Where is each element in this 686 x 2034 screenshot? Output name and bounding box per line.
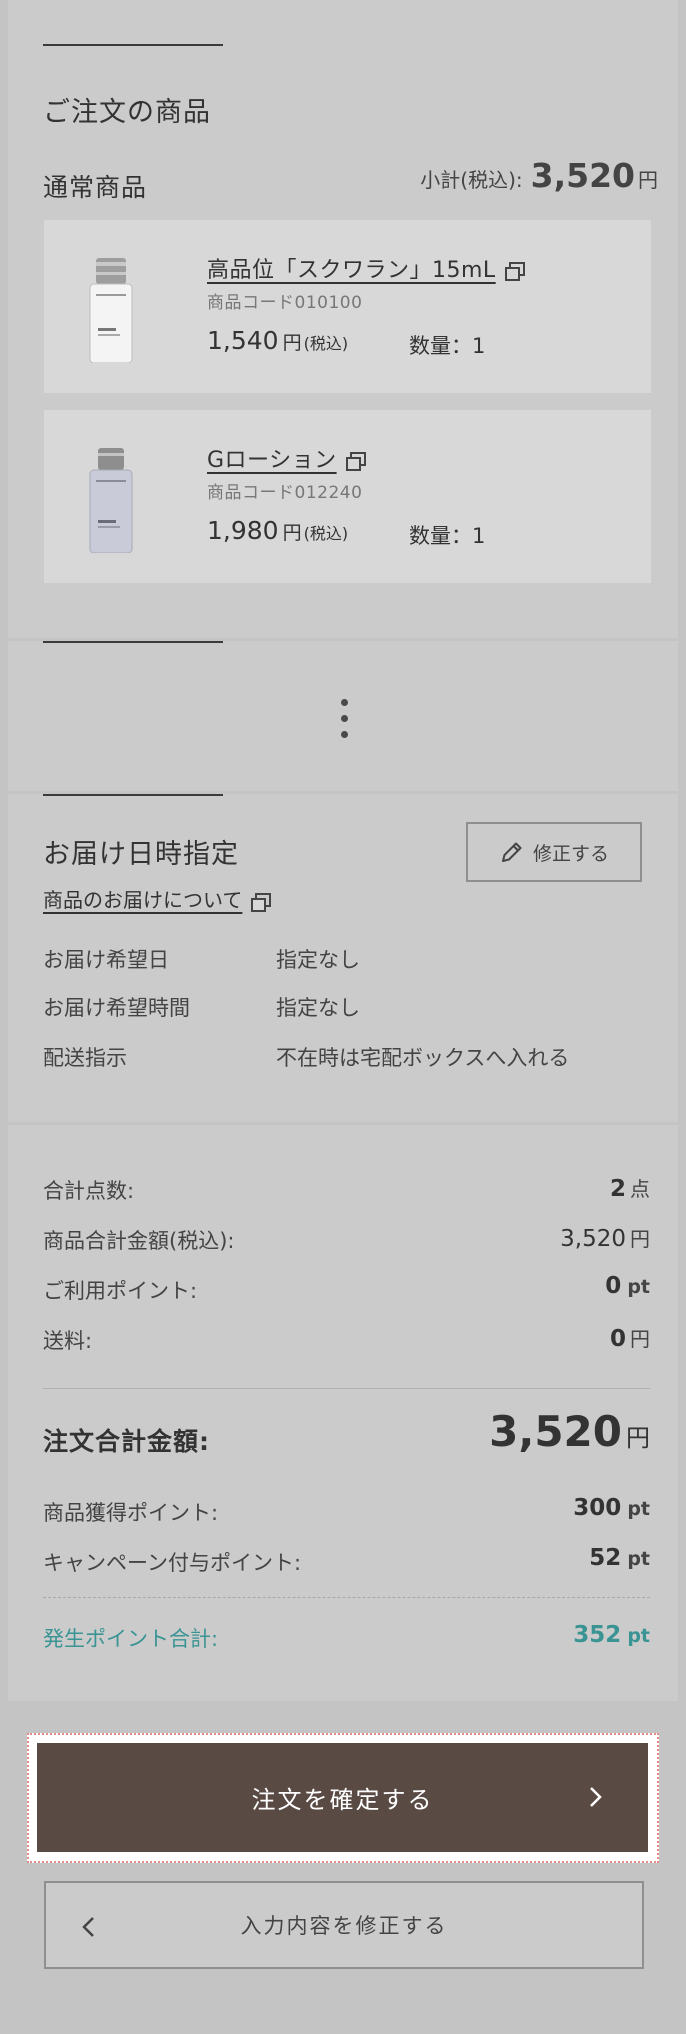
chevron-right-icon (590, 1787, 602, 1807)
item-count: 2点 (610, 1173, 650, 1202)
delivery-instruction-label: 配送指示 (43, 1046, 127, 1070)
campaign-points-unit: pt (627, 1548, 650, 1570)
points-divider (43, 1597, 650, 1598)
chevron-left-icon (82, 1917, 94, 1937)
product-price-value: 1,980 (207, 516, 279, 545)
subtotal-amount: 3,520 (530, 156, 635, 195)
delivery-time-value: 指定なし (276, 996, 360, 1020)
product-image-squalane (86, 258, 136, 363)
product-name: 高品位「スクワラン」15mL (207, 258, 496, 283)
product-price: 1,980 円 (税込) (207, 516, 348, 545)
total-points-label: 発生ポイント合計: (43, 1627, 219, 1651)
earned-points-value: 300 (573, 1495, 622, 1521)
earned-points-unit: pt (627, 1498, 650, 1520)
delivery-date-value: 指定なし (276, 948, 360, 972)
confirm-order-label: 注文を確定する (251, 1786, 434, 1814)
shipping-unit: 円 (630, 1327, 650, 1351)
product-tax-note: (税込) (303, 334, 349, 353)
goods-total-label: 商品合計金額(税込): (43, 1229, 235, 1253)
total-points-unit: pt (627, 1625, 650, 1647)
product-price: 1,540 円 (税込) (207, 326, 348, 355)
product-image-g-lotion (86, 448, 136, 553)
subtotal-unit: 円 (638, 168, 658, 192)
goods-total-unit: 円 (630, 1227, 650, 1251)
totals-divider (43, 1388, 650, 1389)
totals-section: 合計点数: 2点 商品合計金額(税込): 3,520 円 ご利用ポイント: 0 pt… (8, 1125, 678, 1701)
product-quantity: 数量：1 (409, 524, 486, 548)
product-name: Gローション (207, 448, 337, 473)
total-points-value: 352 (573, 1622, 622, 1648)
item-count-label: 合計点数: (43, 1179, 135, 1203)
delivery-info-label: 商品のお届けについて (43, 888, 243, 912)
points-used: 0 pt (605, 1273, 650, 1299)
edit-delivery-label: 修正する (532, 842, 609, 865)
delivery-info-link[interactable]: 商品のお届けについて (43, 884, 272, 913)
shipping: 0円 (610, 1323, 650, 1352)
item-count-unit: 点 (630, 1177, 650, 1201)
product-name-link[interactable]: 高品位「スクワラン」15mL (207, 252, 525, 284)
product-price-unit: 円 (282, 332, 302, 354)
edit-input-button[interactable]: 入力内容を修正する (44, 1881, 644, 1969)
delivery-section: お届け日時指定 修正する 商品のお届けについて お届け希望日 指定なし お届け希… (8, 794, 678, 1122)
order-total-unit: 円 (626, 1424, 650, 1452)
ordered-items-title: ご注文の商品 (43, 97, 211, 128)
delivery-date-label: お届け希望日 (43, 948, 169, 972)
product-quantity: 数量：1 (409, 334, 486, 358)
points-used-label: ご利用ポイント: (43, 1279, 198, 1303)
points-used-value: 0 (605, 1273, 622, 1299)
product-code: 商品コード012240 (207, 483, 363, 503)
confirm-order-button[interactable]: 注文を確定する (37, 1743, 648, 1852)
delivery-instruction-value: 不在時は宅配ボックスへ入れる (276, 1046, 570, 1070)
order-total-label: 注文合計金額: (43, 1427, 210, 1456)
product-card: 高品位「スクワラン」15mL 商品コード010100 1,540 円 (税込) 数量… (44, 220, 651, 393)
ordered-items-section: ご注文の商品 通常商品 小計(税込): 3,520 円 高品位「スクワラン」15mL… (8, 0, 678, 638)
shipping-label: 送料: (43, 1329, 93, 1353)
earned-points-label: 商品獲得ポイント: (43, 1501, 219, 1525)
goods-total-value: 3,520 (560, 1226, 626, 1252)
order-total-value: 3,520 (489, 1407, 622, 1456)
external-link-icon (345, 452, 366, 471)
campaign-points: 52 pt (589, 1545, 650, 1571)
product-tax-note: (税込) (303, 524, 349, 543)
order-confirmation-page: ご注文の商品 通常商品 小計(税込): 3,520 円 高品位「スクワラン」15mL… (0, 0, 686, 2034)
item-count-value: 2 (609, 1176, 626, 1202)
product-price-value: 1,540 (207, 326, 279, 355)
subtotal-label: 小計(税込): (420, 168, 523, 192)
more-section (8, 641, 678, 791)
product-price-unit: 円 (282, 522, 302, 544)
product-card: Gローション 商品コード012240 1,980 円 (税込) 数量：1 (44, 410, 651, 583)
campaign-points-value: 52 (589, 1545, 622, 1571)
pencil-icon (501, 842, 522, 862)
delivery-title: お届け日時指定 (43, 839, 239, 870)
subtotal: 小計(税込): 3,520 円 (420, 156, 658, 195)
regular-items-heading: 通常商品 (43, 173, 148, 202)
section-accent-line (43, 641, 223, 643)
earned-points: 300 pt (573, 1495, 650, 1521)
campaign-points-label: キャンペーン付与ポイント: (43, 1551, 302, 1575)
order-total: 3,520 円 (489, 1407, 650, 1456)
product-name-link[interactable]: Gローション (207, 442, 366, 474)
external-link-icon (504, 262, 525, 281)
delivery-time-label: お届け希望時間 (43, 996, 190, 1020)
shipping-value: 0 (609, 1326, 626, 1352)
section-accent-line (43, 44, 223, 46)
section-accent-line (43, 794, 223, 796)
confirm-button-focus-ring: 注文を確定する (27, 1733, 659, 1863)
edit-input-label: 入力内容を修正する (240, 1914, 448, 1938)
product-code: 商品コード010100 (207, 293, 363, 313)
edit-delivery-button[interactable]: 修正する (466, 822, 642, 882)
total-points: 352 pt (573, 1622, 650, 1648)
external-link-icon (251, 892, 272, 912)
points-used-unit: pt (627, 1276, 650, 1298)
more-options-icon[interactable] (333, 699, 357, 739)
goods-total: 3,520 円 (560, 1223, 650, 1252)
